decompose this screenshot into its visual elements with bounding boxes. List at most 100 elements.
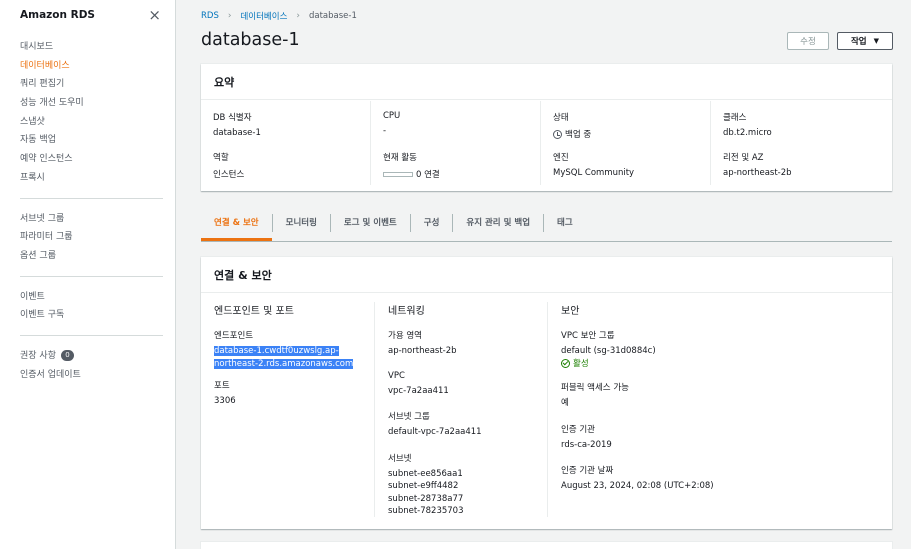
recommendations-count-badge: 0 [60,349,74,361]
security-group-status: 활성 [561,358,881,371]
ca-date-label: 인증 기관 날짜 [561,466,614,476]
tab-connectivity-security[interactable]: 연결 & 보안 [201,210,272,241]
public-access-label: 퍼블릭 액세스 가능 [561,383,629,393]
security-group-link[interactable]: default (sg-31d0884c) [561,345,881,358]
endpoint-label: 엔드포인트 [214,331,254,341]
sidebar-group-main: 대시보드 데이터베이스 쿼리 편집기 성능 개선 도우미 스냅샷 자동 백업 예… [0,30,175,196]
summary-column: DB 식별자 database-1 역할 인스턴스 [201,101,371,185]
summary-title: 요약 [201,64,892,100]
check-circle-icon [561,358,570,368]
breadcrumb-separator-icon: › [227,11,232,21]
summary-label: 클래스 [723,113,747,123]
endpoint-line: northeast-2.rds.amazonaws.com [214,358,354,369]
breadcrumb-rds[interactable]: RDS [201,11,219,21]
next-panel [201,542,892,549]
summary-db-id: DB 식별자 database-1 [213,111,261,138]
edit-button[interactable]: 수정 [787,32,829,50]
sidebar-item-automated-backups[interactable]: 자동 백업 [0,131,175,150]
summary-column: 클래스 db.t2.micro 리전 및 AZ ap-northeast-2b [711,101,881,185]
sidebar-item-databases[interactable]: 데이터베이스 [0,57,175,76]
breadcrumb-separator-icon: › [296,11,300,21]
activity-text: 0 연결 [416,170,440,180]
sidebar-group-config: 서브넷 그룹 파라미터 그룹 옵션 그룹 [0,199,175,274]
port-value: 3306 [214,396,236,406]
sidebar-item-performance-insights[interactable]: 성능 개선 도우미 [0,94,175,113]
sidebar-item-label: 권장 사항 [20,350,56,361]
networking-column: 네트워킹 가용 영역 ap-northeast-2b VPC vpc-7a2aa… [388,302,548,517]
sidebar-item-events[interactable]: 이벤트 [0,288,175,307]
endpoint-value[interactable]: database-1.cwdtf0uzwslg.ap- northeast-2.… [214,345,354,370]
summary-class: 클래스 db.t2.micro [723,111,772,138]
vpc-link[interactable]: vpc-7a2aa411 [388,385,547,398]
port-label: 포트 [214,381,230,391]
summary-role: 역할 인스턴스 [213,151,244,180]
sidebar-item-dashboard[interactable]: 대시보드 [0,38,175,57]
summary-value: db.t2.micro [723,128,772,138]
summary-column: CPU - 현재 활동 0 연결 [371,101,541,185]
summary-value: - [383,126,387,136]
sidebar-item-subnet-groups[interactable]: 서브넷 그룹 [0,210,175,229]
endpoint-column: 엔드포인트 및 포트 엔드포인트 database-1.cwdtf0uzwslg… [214,302,375,517]
tab-configuration[interactable]: 구성 [411,210,453,241]
ca-date-value: August 23, 2024, 02:08 (UTC+2:08) [561,481,714,491]
sidebar-item-certificate-update[interactable]: 인증서 업데이트 [0,366,175,385]
sidebar-item-snapshots[interactable]: 스냅샷 [0,113,175,132]
summary-cpu: CPU - [383,111,400,136]
sidebar-item-parameter-groups[interactable]: 파라미터 그룹 [0,228,175,247]
tab-monitoring[interactable]: 모니터링 [273,210,330,241]
breadcrumb-databases[interactable]: 데이터베이스 [240,10,287,22]
sidebar-item-event-subscriptions[interactable]: 이벤트 구독 [0,306,175,325]
summary-value: ap-northeast-2b [723,168,792,178]
subnet-link[interactable]: subnet-ee856aa1 [388,468,547,481]
subnets-label: 서브넷 [388,453,412,464]
summary-label: 현재 활동 [383,153,417,163]
subnet-link[interactable]: subnet-28738a77 [388,493,547,506]
az-value: ap-northeast-2b [388,346,457,356]
sidebar-title: Amazon RDS [20,9,95,21]
summary-value: 0 연결 [383,168,440,180]
summary-activity: 현재 활동 0 연결 [383,151,440,180]
subnet-link[interactable]: subnet-78235703 [388,505,547,518]
summary-value: MySQL Community [553,168,635,178]
sidebar-item-proxies[interactable]: 프록시 [0,169,175,188]
main-content: RDS › 데이터베이스 › database-1 database-1 수정 … [177,0,911,549]
sidebar-item-query-editor[interactable]: 쿼리 편집기 [0,75,175,94]
connectivity-title: 연결 & 보안 [201,257,892,293]
sidebar-group-recommendations: 권장 사항 0 인증서 업데이트 [0,336,175,392]
summary-label: DB 식별자 [213,113,252,123]
close-icon[interactable]: × [148,7,161,23]
summary-region: 리전 및 AZ ap-northeast-2b [723,151,792,178]
connectivity-columns: 엔드포인트 및 포트 엔드포인트 database-1.cwdtf0uzwslg… [201,294,892,517]
subnet-group-value: default-vpc-7a2aa411 [388,427,482,437]
networking-heading: 네트워킹 [388,306,425,317]
sidebar-item-reserved-instances[interactable]: 예약 인스턴스 [0,150,175,169]
subnet-group-label: 서브넷 그룹 [388,412,430,422]
subnet-link[interactable]: subnet-e9ff4482 [388,480,547,493]
tab-logs-events[interactable]: 로그 및 이벤트 [331,210,410,241]
tab-maintenance-backups[interactable]: 유지 관리 및 백업 [453,210,543,241]
summary-value: 인스턴스 [213,170,245,180]
sidebar-item-recommendations[interactable]: 권장 사항 0 [0,347,175,366]
actions-button[interactable]: 작업 ▼ [837,32,893,50]
security-group-status-text: 활성 [573,358,589,369]
public-access-value: 예 [561,398,569,408]
summary-grid: DB 식별자 database-1 역할 인스턴스 CPU - 현재 활동 0 … [201,101,892,191]
security-group-label: VPC 보안 그룹 [561,331,615,341]
breadcrumb-current: database-1 [309,11,357,21]
detail-tabs: 연결 & 보안 모니터링 로그 및 이벤트 구성 유지 관리 및 백업 태그 [201,210,892,242]
summary-engine: 엔진 MySQL Community [553,151,634,178]
clock-icon [553,130,562,139]
security-heading: 보안 [561,306,580,317]
summary-value: 백업 중 [553,128,591,140]
ca-value: rds-ca-2019 [561,439,612,450]
summary-label: 상태 [553,113,569,123]
sidebar-item-option-groups[interactable]: 옵션 그룹 [0,247,175,266]
tab-tags[interactable]: 태그 [544,210,586,241]
